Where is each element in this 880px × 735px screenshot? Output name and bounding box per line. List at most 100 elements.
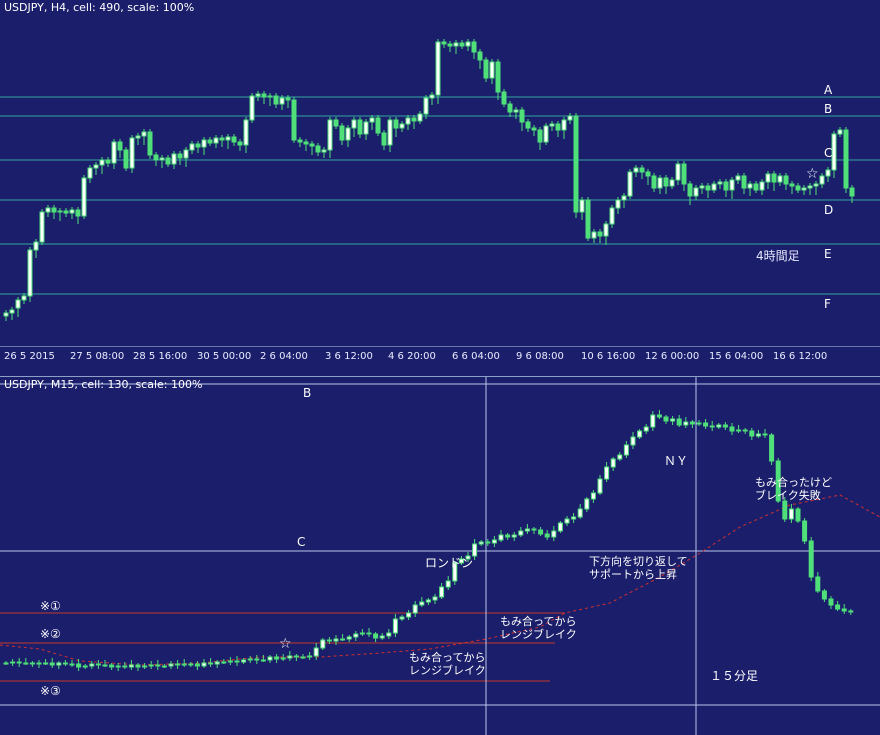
candle-body: [333, 119, 339, 127]
candle-body: [783, 175, 789, 185]
candle-body: [3, 312, 9, 317]
candle-body: [291, 99, 297, 141]
candle-body: [590, 492, 596, 500]
h4-chart-panel[interactable]: USDJPY, H4, cell: 490, scale: 100% A B C…: [0, 0, 880, 346]
candle-body: [519, 109, 525, 123]
candle-body: [459, 42, 465, 47]
candle-body: [102, 664, 108, 667]
candle-body: [717, 181, 723, 185]
candle-body: [129, 137, 135, 169]
candle-body: [99, 159, 105, 166]
x-tick: 3 6 12:00: [325, 351, 373, 362]
x-tick: 27 5 08:00: [70, 351, 125, 362]
candle-body: [627, 171, 633, 197]
candle-body: [597, 231, 603, 237]
candle-body: [148, 664, 154, 667]
range-label-1: ※①: [40, 599, 61, 613]
candle-body: [687, 183, 693, 197]
candle-body: [465, 41, 471, 47]
candle-body: [175, 663, 181, 666]
candle-body: [183, 149, 189, 159]
candle-body: [165, 157, 171, 165]
level-label-b: B: [824, 102, 833, 116]
candle-body: [293, 655, 299, 658]
candle-body: [345, 127, 351, 141]
candle-body: [225, 136, 231, 141]
candle-body: [105, 159, 111, 164]
candle-body: [411, 117, 417, 122]
candle-body: [705, 185, 711, 191]
candle-body: [729, 179, 735, 191]
candle-body: [813, 183, 819, 187]
h4-star-marker: ☆: [806, 166, 819, 182]
candle-body: [155, 664, 161, 667]
candle-body: [109, 664, 115, 668]
candle-body: [453, 42, 459, 47]
candle-body: [831, 133, 837, 171]
candle-body: [16, 661, 22, 664]
candle-body: [419, 601, 425, 606]
candle-body: [650, 414, 656, 428]
candle-body: [623, 444, 629, 456]
candle-body: [309, 143, 315, 147]
level-label-d: D: [824, 203, 834, 217]
candle-body: [315, 145, 321, 153]
candle-body: [716, 424, 722, 428]
candle-body: [201, 139, 207, 148]
m15-chart-title: USDJPY, M15, cell: 130, scale: 100%: [4, 378, 203, 391]
candle-body: [549, 123, 555, 127]
candle-body: [683, 421, 689, 426]
candle-body: [755, 433, 761, 437]
candle-body: [689, 421, 695, 425]
range-label-2: ※②: [40, 627, 61, 641]
candle-body: [82, 665, 88, 668]
annotation-range-break-1: もみ合ってから レンジブレイク: [409, 651, 486, 677]
candle-body: [670, 418, 676, 422]
candle-body: [604, 466, 610, 480]
candle-body: [93, 164, 99, 169]
candle-body: [709, 425, 715, 428]
candle-body: [168, 663, 174, 667]
candle-body: [723, 181, 729, 191]
level-label-c: C: [824, 146, 833, 160]
candle-body: [617, 454, 623, 460]
candle-body: [279, 97, 285, 105]
m15-timeframe-label: １５分足: [710, 669, 759, 683]
candle-body: [771, 173, 777, 183]
candle-body: [656, 414, 662, 418]
candle-body: [406, 612, 412, 618]
x-tick: 10 6 16:00: [581, 351, 636, 362]
h4-chart-title: USDJPY, H4, cell: 490, scale: 100%: [4, 1, 195, 14]
candle-body: [808, 540, 814, 578]
candle-body: [141, 131, 147, 137]
candle-body: [762, 433, 768, 436]
candle-body: [307, 655, 313, 658]
candle-body: [669, 179, 675, 187]
candle-body: [651, 175, 657, 189]
candle-body: [49, 662, 55, 666]
candle-body: [320, 639, 326, 649]
candle-body: [399, 123, 405, 129]
candle-body: [412, 604, 418, 614]
candle-body: [609, 207, 615, 225]
m15-level-label-c: C: [297, 535, 306, 549]
candle-body: [219, 137, 225, 141]
m15-chart-panel[interactable]: USDJPY, M15, cell: 130, scale: 100% B C …: [0, 376, 880, 735]
candle-body: [280, 657, 286, 660]
candle-body: [782, 500, 788, 520]
candle-body: [584, 498, 590, 510]
candle-body: [643, 426, 649, 432]
candle-body: [76, 663, 82, 668]
candle-body: [699, 185, 705, 189]
candle-body: [375, 117, 381, 134]
candle-body: [45, 207, 51, 213]
candle-body: [432, 596, 438, 601]
candle-body: [359, 632, 365, 635]
candle-body: [471, 41, 477, 53]
candle-body: [326, 639, 332, 642]
candle-body: [95, 663, 101, 666]
candle-body: [769, 434, 775, 462]
candle-body: [300, 656, 306, 659]
candle-body: [564, 518, 570, 524]
candle-body: [663, 177, 669, 187]
